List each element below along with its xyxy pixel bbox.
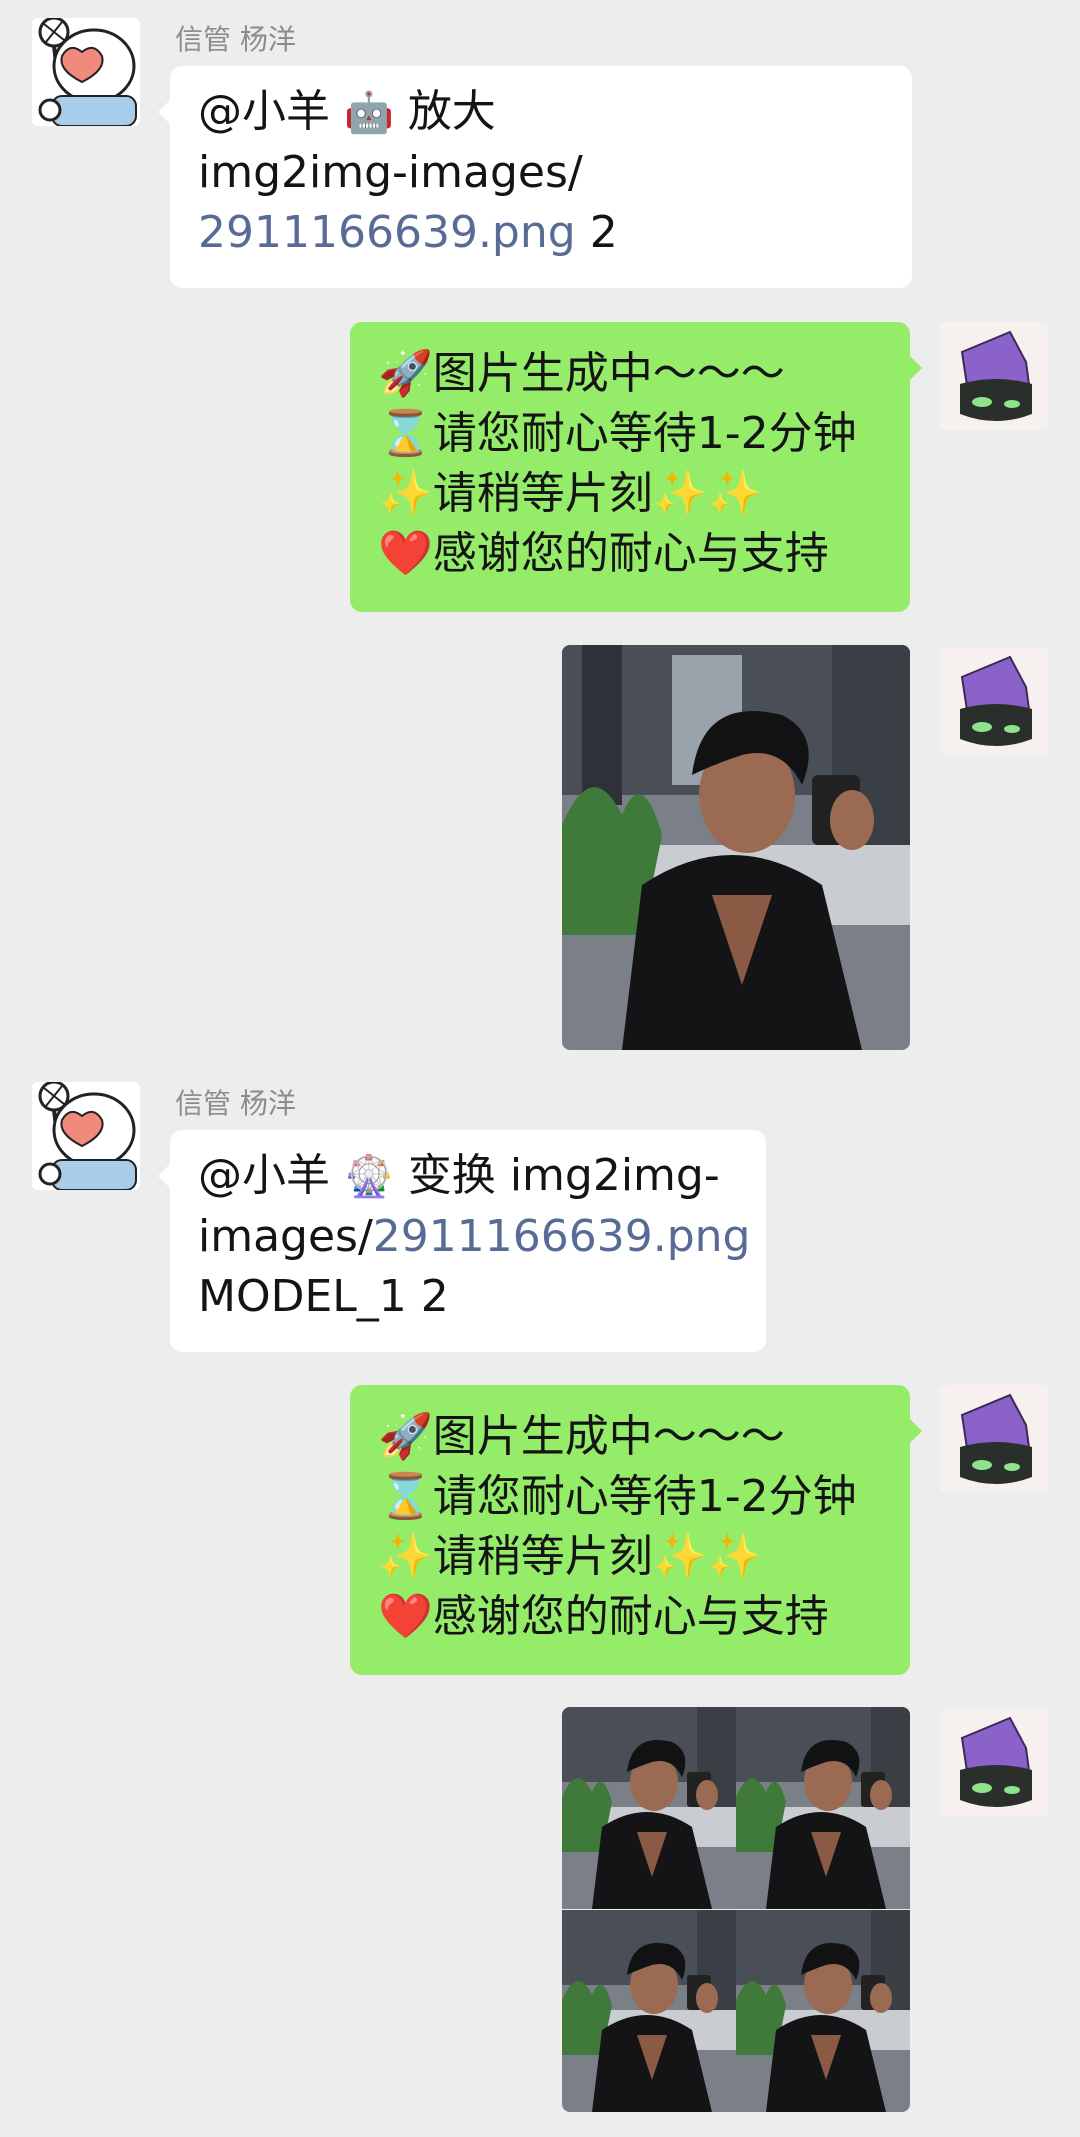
command-text: 变换 (407, 1150, 496, 1201)
message-bubble[interactable]: 🚀图片生成中～～～ ⌛请您耐心等待1-2分钟 ✨请稍等片刻✨✨ ❤️感谢您的耐心… (350, 1385, 922, 1675)
sender-name: 信管 杨洋 (175, 1087, 296, 1120)
message-text: img2img- (509, 1150, 720, 1201)
message-text: images/ (198, 1211, 373, 1262)
my-avatar[interactable] (940, 322, 1048, 430)
command-text: 放大 (407, 86, 496, 137)
sender-avatar[interactable] (32, 18, 140, 126)
file-link[interactable]: 2911166639.png (373, 1211, 751, 1262)
message-bubble[interactable]: @小羊 🎡 变换 img2img- images/2911166639.png … (158, 1130, 766, 1352)
mention-text: @小羊 (198, 1150, 330, 1201)
sheep-avatar-icon (32, 1082, 140, 1190)
my-avatar[interactable] (940, 1708, 1048, 1816)
my-avatar[interactable] (940, 1385, 1048, 1493)
status-line: 🚀图片生成中～～～ (378, 348, 785, 399)
portrait-image (562, 645, 910, 1050)
status-line: 🚀图片生成中～～～ (378, 1411, 785, 1462)
status-line: ⌛请您耐心等待1-2分钟 (378, 408, 857, 459)
message-bubble[interactable]: @小羊 🤖 放大 img2img-images/ 2911166639.png … (158, 66, 912, 288)
robot-icon: 🤖 (344, 90, 394, 136)
ferris-wheel-icon: 🎡 (344, 1154, 394, 1200)
mention-text: @小羊 (198, 86, 330, 137)
status-line: ✨请稍等片刻✨✨ (378, 1531, 763, 1582)
purple-robot-avatar-icon (940, 647, 1048, 755)
message-text: MODEL_1 2 (198, 1271, 449, 1322)
sheep-avatar-icon (32, 18, 140, 126)
message-text: 2 (589, 207, 618, 258)
my-avatar[interactable] (940, 647, 1048, 755)
sender-name: 信管 杨洋 (175, 23, 296, 56)
status-line: ❤️感谢您的耐心与支持 (378, 1591, 829, 1642)
purple-robot-avatar-icon (940, 1385, 1048, 1493)
sender-avatar[interactable] (32, 1082, 140, 1190)
status-line: ❤️感谢您的耐心与支持 (378, 528, 829, 579)
purple-robot-avatar-icon (940, 322, 1048, 430)
status-line: ✨请稍等片刻✨✨ (378, 468, 763, 519)
status-line: ⌛请您耐心等待1-2分钟 (378, 1471, 857, 1522)
generated-image[interactable] (562, 645, 910, 1050)
image-grid (562, 1707, 910, 2112)
file-link[interactable]: 2911166639.png (198, 207, 576, 258)
generated-image-grid[interactable] (562, 1707, 910, 2112)
message-text: img2img-images/ (198, 147, 583, 198)
message-bubble[interactable]: 🚀图片生成中～～～ ⌛请您耐心等待1-2分钟 ✨请稍等片刻✨✨ ❤️感谢您的耐心… (350, 322, 922, 612)
purple-robot-avatar-icon (940, 1708, 1048, 1816)
